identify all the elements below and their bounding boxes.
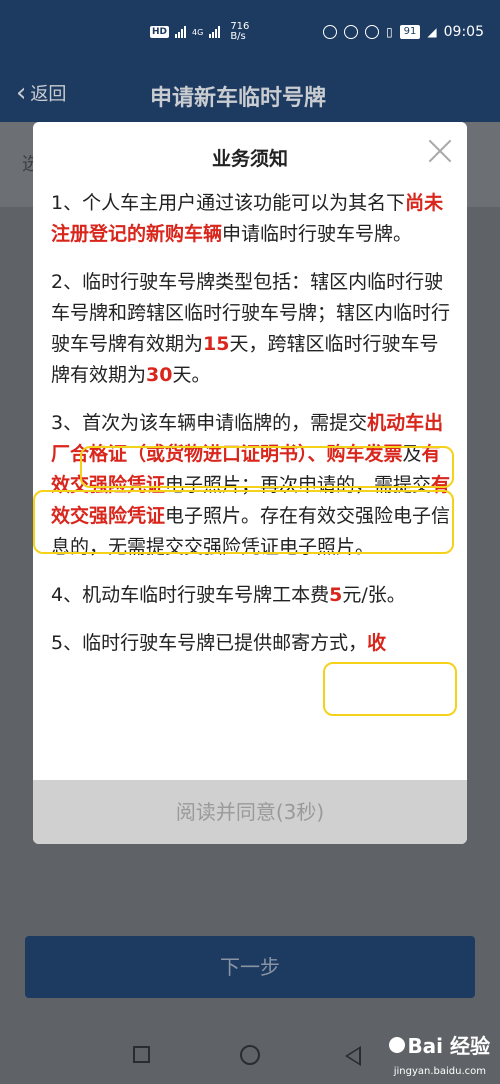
notice-text: 申请临时行驶车号牌。 xyxy=(222,223,413,245)
dialog-title: 业务须知 xyxy=(211,148,288,170)
agree-button[interactable]: 阅读并同意(3秒) xyxy=(33,780,467,844)
vibrate-icon: ▯ xyxy=(386,25,393,39)
emphasis-text: 收 xyxy=(367,632,387,654)
next-step-button[interactable]: 下一步 xyxy=(25,936,475,998)
emphasis-text: 30 xyxy=(146,364,173,386)
status-right: ▯ 91 ◢ 09:05 xyxy=(323,24,484,40)
paw-icon xyxy=(389,1036,406,1053)
network-label: 4G xyxy=(192,27,204,37)
signal-icon xyxy=(209,26,221,38)
back-nav-icon[interactable] xyxy=(345,1046,361,1066)
emphasis-text: 15 xyxy=(203,333,230,355)
highlight-annotation xyxy=(323,662,457,716)
notice-text: 1、个人车主用户通过该功能可以为其名下 xyxy=(51,192,406,214)
notice-text: 4、机动车临时行驶车号牌工本费 xyxy=(51,584,330,606)
hd-badge: HD xyxy=(150,26,170,38)
chevron-left-icon: ‹ xyxy=(16,78,27,108)
eye-icon xyxy=(344,25,359,39)
battery-icon: 91 xyxy=(399,25,421,39)
recent-apps-icon[interactable] xyxy=(133,1046,150,1063)
network-speed: 716 B/s xyxy=(230,22,249,42)
watermark-brand: Bai 经验 xyxy=(407,1034,490,1058)
status-bar: HD 4G 716 B/s ▯ 91 ◢ 09:05 xyxy=(0,0,500,70)
leaf-icon: ◢ xyxy=(427,25,437,39)
highlight-annotation xyxy=(80,446,454,488)
scroll-fade xyxy=(33,742,467,782)
notice-text: 5、临时行驶车号牌已提供邮寄方式， xyxy=(51,632,368,654)
nfc-icon xyxy=(323,25,338,39)
clock-time: 09:05 xyxy=(443,24,484,40)
highlight-annotation xyxy=(33,490,454,554)
back-label: 返回 xyxy=(30,84,67,105)
close-icon[interactable] xyxy=(427,138,453,164)
alarm-icon xyxy=(365,25,380,39)
notice-paragraph: 4、机动车临时行驶车号牌工本费5元/张。 xyxy=(51,580,457,611)
notice-text: 天。 xyxy=(172,364,211,386)
notice-paragraph: 1、个人车主用户通过该功能可以为其名下尚未注册登记的新购车辆申请临时行驶车号牌。 xyxy=(51,188,457,250)
home-icon[interactable] xyxy=(240,1045,260,1065)
app-header: ‹ 返回 申请新车临时号牌 xyxy=(0,70,500,122)
speed-unit: B/s xyxy=(230,31,246,42)
signal-icon xyxy=(175,26,187,38)
notice-text: 元/张。 xyxy=(342,584,406,606)
emphasis-text: 5 xyxy=(329,584,343,606)
watermark-logo: Bai 经验 xyxy=(389,1030,490,1059)
notice-paragraph: 5、临时行驶车号牌已提供邮寄方式，收 xyxy=(51,628,457,659)
status-left: HD 4G 716 B/s xyxy=(150,22,249,42)
page-title: 申请新车临时号牌 xyxy=(150,86,327,111)
notice-text: 3、首次为该车辆申请临牌的，需提交 xyxy=(51,412,368,434)
back-button[interactable]: ‹ 返回 xyxy=(16,80,66,106)
notice-paragraph: 2、临时行驶车号牌类型包括：辖区内临时行驶车号牌和跨辖区临时行驶车号牌；辖区内临… xyxy=(51,267,457,391)
watermark-url: jingyan.baidu.com xyxy=(393,1066,486,1077)
